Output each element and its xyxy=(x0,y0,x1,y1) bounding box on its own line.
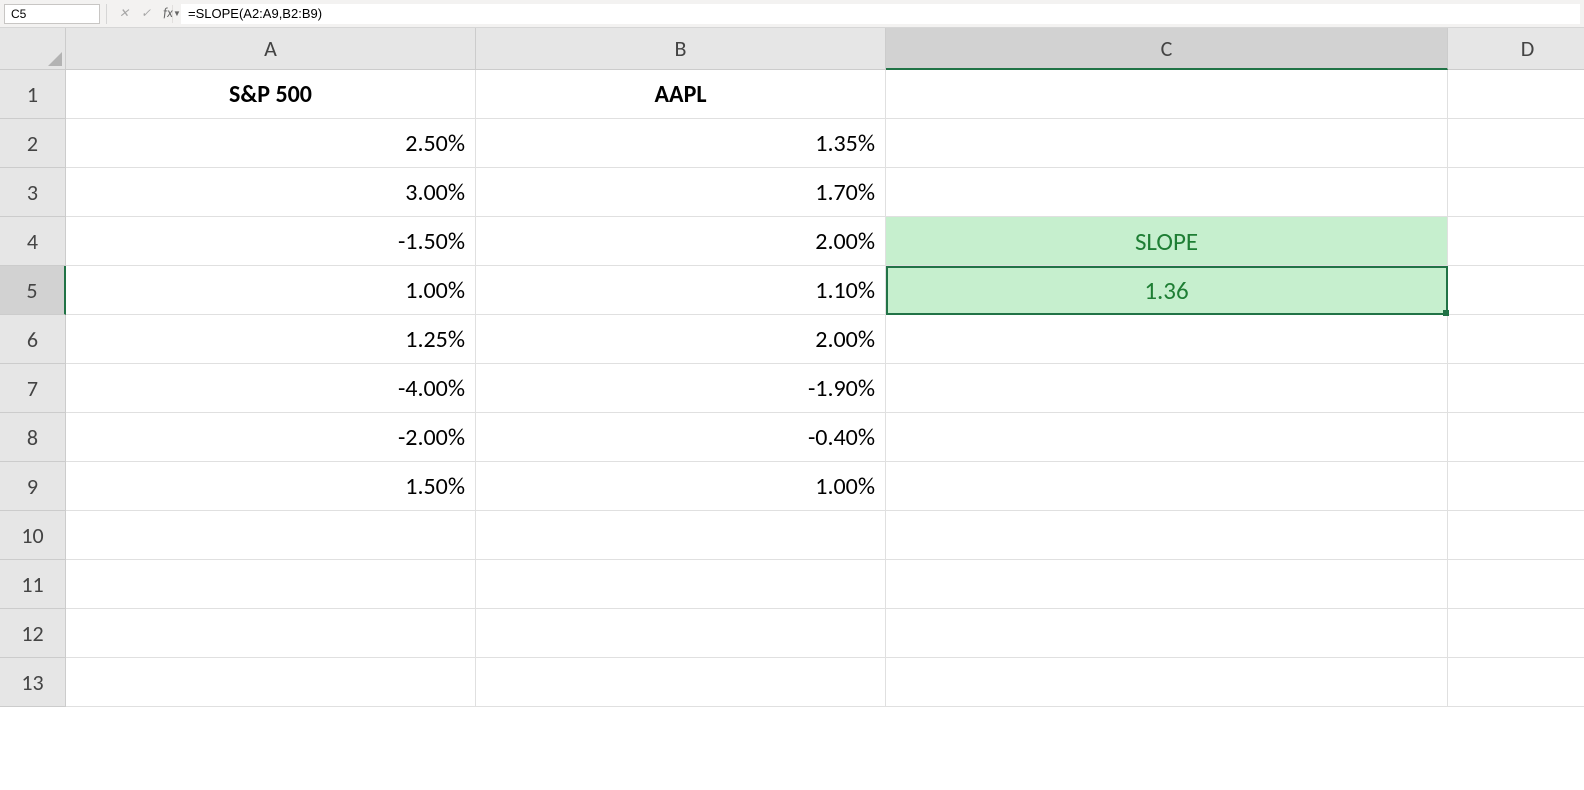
cell-B1[interactable]: AAPL xyxy=(476,70,886,119)
formula-bar: ▼ ✕ ✓ fx xyxy=(0,0,1584,28)
select-all-corner[interactable] xyxy=(0,28,66,70)
name-box-container: ▼ xyxy=(4,4,100,24)
cell-B2[interactable]: 1.35% xyxy=(476,119,886,168)
cell-A10[interactable] xyxy=(66,511,476,560)
cell-D4[interactable] xyxy=(1448,217,1584,266)
cancel-icon[interactable]: ✕ xyxy=(113,4,135,24)
row-header-8[interactable]: 8 xyxy=(0,413,66,462)
cell-B7[interactable]: -1.90% xyxy=(476,364,886,413)
cell-A3[interactable]: 3.00% xyxy=(66,168,476,217)
cell-A5[interactable]: 1.00% xyxy=(66,266,476,315)
cell-C9[interactable] xyxy=(886,462,1448,511)
row-header-1[interactable]: 1 xyxy=(0,70,66,119)
cell-A7[interactable]: -4.00% xyxy=(66,364,476,413)
cell-C13[interactable] xyxy=(886,658,1448,707)
cell-A6[interactable]: 1.25% xyxy=(66,315,476,364)
cell-B12[interactable] xyxy=(476,609,886,658)
cell-B11[interactable] xyxy=(476,560,886,609)
col-header-B[interactable]: B xyxy=(476,28,886,70)
row-header-3[interactable]: 3 xyxy=(0,168,66,217)
cell-B3[interactable]: 1.70% xyxy=(476,168,886,217)
row-header-5[interactable]: 5 xyxy=(0,266,66,315)
column-headers: A B C D xyxy=(66,28,1584,70)
cell-D8[interactable] xyxy=(1448,413,1584,462)
col-header-C[interactable]: C xyxy=(886,28,1448,70)
cell-A9[interactable]: 1.50% xyxy=(66,462,476,511)
cell-D7[interactable] xyxy=(1448,364,1584,413)
row-header-10[interactable]: 10 xyxy=(0,511,66,560)
cell-D5[interactable] xyxy=(1448,266,1584,315)
cell-C4[interactable]: SLOPE xyxy=(886,217,1448,266)
cell-D6[interactable] xyxy=(1448,315,1584,364)
cell-B4[interactable]: 2.00% xyxy=(476,217,886,266)
row-header-2[interactable]: 2 xyxy=(0,119,66,168)
cell-B5[interactable]: 1.10% xyxy=(476,266,886,315)
cell-A1[interactable]: S&P 500 xyxy=(66,70,476,119)
cell-D2[interactable] xyxy=(1448,119,1584,168)
cell-D13[interactable] xyxy=(1448,658,1584,707)
row-header-6[interactable]: 6 xyxy=(0,315,66,364)
col-header-A[interactable]: A xyxy=(66,28,476,70)
enter-icon[interactable]: ✓ xyxy=(135,4,157,24)
cell-C2[interactable] xyxy=(886,119,1448,168)
cell-C3[interactable] xyxy=(886,168,1448,217)
cell-C10[interactable] xyxy=(886,511,1448,560)
col-header-D[interactable]: D xyxy=(1448,28,1584,70)
cell-A8[interactable]: -2.00% xyxy=(66,413,476,462)
row-header-12[interactable]: 12 xyxy=(0,609,66,658)
cell-A2[interactable]: 2.50% xyxy=(66,119,476,168)
cell-C6[interactable] xyxy=(886,315,1448,364)
row-header-11[interactable]: 11 xyxy=(0,560,66,609)
cell-B9[interactable]: 1.00% xyxy=(476,462,886,511)
separator xyxy=(106,4,107,24)
cell-D11[interactable] xyxy=(1448,560,1584,609)
fx-icon[interactable]: fx xyxy=(157,4,179,24)
cell-C8[interactable] xyxy=(886,413,1448,462)
cell-B8[interactable]: -0.40% xyxy=(476,413,886,462)
cell-D10[interactable] xyxy=(1448,511,1584,560)
cell-D9[interactable] xyxy=(1448,462,1584,511)
cell-C5[interactable]: 1.36 xyxy=(886,266,1448,315)
cell-A13[interactable] xyxy=(66,658,476,707)
row-header-4[interactable]: 4 xyxy=(0,217,66,266)
cell-C1[interactable] xyxy=(886,70,1448,119)
cell-A12[interactable] xyxy=(66,609,476,658)
cell-D1[interactable] xyxy=(1448,70,1584,119)
formula-input[interactable] xyxy=(181,4,1580,24)
cell-B13[interactable] xyxy=(476,658,886,707)
cell-A4[interactable]: -1.50% xyxy=(66,217,476,266)
cell-C7[interactable] xyxy=(886,364,1448,413)
row-header-7[interactable]: 7 xyxy=(0,364,66,413)
cell-A11[interactable] xyxy=(66,560,476,609)
row-header-9[interactable]: 9 xyxy=(0,462,66,511)
cells-container: S&P 500 AAPL 2.50% 1.35% 3.00% 1.70% -1.… xyxy=(66,70,1584,707)
row-headers: 1 2 3 4 5 6 7 8 9 10 11 12 13 xyxy=(0,70,66,707)
cell-D3[interactable] xyxy=(1448,168,1584,217)
cell-C11[interactable] xyxy=(886,560,1448,609)
row-header-13[interactable]: 13 xyxy=(0,658,66,707)
cell-B10[interactable] xyxy=(476,511,886,560)
cell-D12[interactable] xyxy=(1448,609,1584,658)
cell-B6[interactable]: 2.00% xyxy=(476,315,886,364)
cell-C12[interactable] xyxy=(886,609,1448,658)
